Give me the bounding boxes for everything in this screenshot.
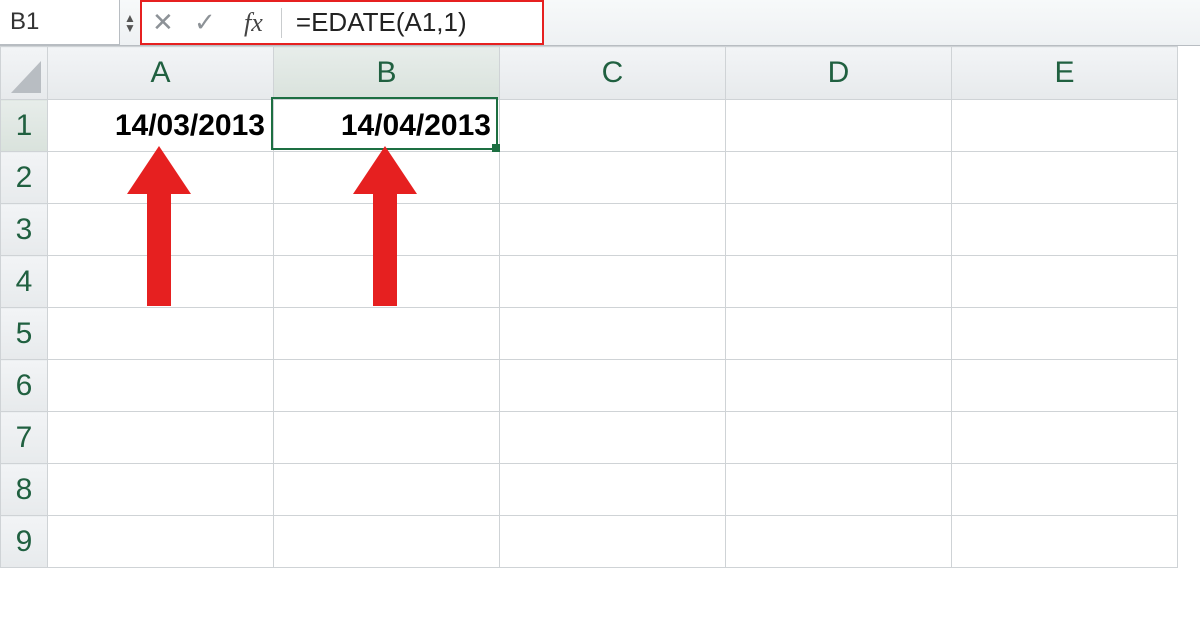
cell-E7[interactable] <box>952 412 1178 464</box>
cell-B7[interactable] <box>274 412 500 464</box>
cell-D6[interactable] <box>726 360 952 412</box>
cell-D7[interactable] <box>726 412 952 464</box>
cell-C2[interactable] <box>500 152 726 204</box>
cell-D1[interactable] <box>726 100 952 152</box>
row-header-4[interactable]: 4 <box>1 256 48 308</box>
cell-C5[interactable] <box>500 308 726 360</box>
row-header-8[interactable]: 8 <box>1 464 48 516</box>
formula-text: =EDATE(A1,1) <box>296 7 467 38</box>
cell-C4[interactable] <box>500 256 726 308</box>
column-header-e[interactable]: E <box>952 47 1178 100</box>
check-icon: ✓ <box>194 7 216 38</box>
row-header-5[interactable]: 5 <box>1 308 48 360</box>
x-icon: ✕ <box>152 7 174 38</box>
cell-C1[interactable] <box>500 100 726 152</box>
fx-icon: fx <box>244 8 263 38</box>
cell-A2[interactable] <box>48 152 274 204</box>
cell-B8[interactable] <box>274 464 500 516</box>
cell-B5[interactable] <box>274 308 500 360</box>
cell-D4[interactable] <box>726 256 952 308</box>
cell-E1[interactable] <box>952 100 1178 152</box>
cell-A5[interactable] <box>48 308 274 360</box>
cell-B4[interactable] <box>274 256 500 308</box>
cell-D9[interactable] <box>726 516 952 568</box>
column-header-c[interactable]: C <box>500 47 726 100</box>
cell-C9[interactable] <box>500 516 726 568</box>
cell-E6[interactable] <box>952 360 1178 412</box>
stepper-down-icon[interactable]: ▼ <box>124 23 136 33</box>
name-box[interactable]: B1 <box>0 0 120 45</box>
select-all-corner[interactable] <box>1 47 48 100</box>
cell-E8[interactable] <box>952 464 1178 516</box>
column-header-a[interactable]: A <box>48 47 274 100</box>
cell-D5[interactable] <box>726 308 952 360</box>
cell-A1[interactable]: 14/03/2013 <box>48 100 274 152</box>
cell-D3[interactable] <box>726 204 952 256</box>
cell-C7[interactable] <box>500 412 726 464</box>
cell-B6[interactable] <box>274 360 500 412</box>
row-header-9[interactable]: 9 <box>1 516 48 568</box>
cell-E9[interactable] <box>952 516 1178 568</box>
cell-B9[interactable] <box>274 516 500 568</box>
formula-bar: B1 ▲ ▼ ✕ ✓ fx =EDATE(A1,1) <box>0 0 1200 46</box>
name-box-stepper[interactable]: ▲ ▼ <box>120 0 140 45</box>
row-header-2[interactable]: 2 <box>1 152 48 204</box>
cell-E4[interactable] <box>952 256 1178 308</box>
grid-table: ABCDE 114/03/201314/04/2013 23456789 <box>0 46 1178 568</box>
cell-A4[interactable] <box>48 256 274 308</box>
cell-C6[interactable] <box>500 360 726 412</box>
column-header-d[interactable]: D <box>726 47 952 100</box>
name-box-value: B1 <box>10 8 109 36</box>
column-header-b[interactable]: B <box>274 47 500 100</box>
cancel-formula-button[interactable]: ✕ <box>142 7 184 38</box>
cell-E2[interactable] <box>952 152 1178 204</box>
row-header-3[interactable]: 3 <box>1 204 48 256</box>
cell-A3[interactable] <box>48 204 274 256</box>
row-header-6[interactable]: 6 <box>1 360 48 412</box>
cell-D2[interactable] <box>726 152 952 204</box>
cell-A7[interactable] <box>48 412 274 464</box>
cell-D8[interactable] <box>726 464 952 516</box>
cell-B2[interactable] <box>274 152 500 204</box>
cell-B3[interactable] <box>274 204 500 256</box>
cell-A8[interactable] <box>48 464 274 516</box>
cell-A9[interactable] <box>48 516 274 568</box>
cell-E5[interactable] <box>952 308 1178 360</box>
insert-function-button[interactable]: fx <box>226 8 282 38</box>
cell-C8[interactable] <box>500 464 726 516</box>
grid-body: 114/03/201314/04/2013 23456789 <box>1 100 1178 568</box>
row-header-7[interactable]: 7 <box>1 412 48 464</box>
row-header-1[interactable]: 1 <box>1 100 48 152</box>
confirm-formula-button[interactable]: ✓ <box>184 7 226 38</box>
formula-bar-highlight: ✕ ✓ fx =EDATE(A1,1) <box>140 0 544 45</box>
cell-A6[interactable] <box>48 360 274 412</box>
formula-input[interactable]: =EDATE(A1,1) <box>282 7 542 38</box>
worksheet[interactable]: ABCDE 114/03/201314/04/2013 23456789 <box>0 46 1200 568</box>
cell-C3[interactable] <box>500 204 726 256</box>
cell-B1[interactable]: 14/04/2013 <box>274 100 500 152</box>
cell-E3[interactable] <box>952 204 1178 256</box>
